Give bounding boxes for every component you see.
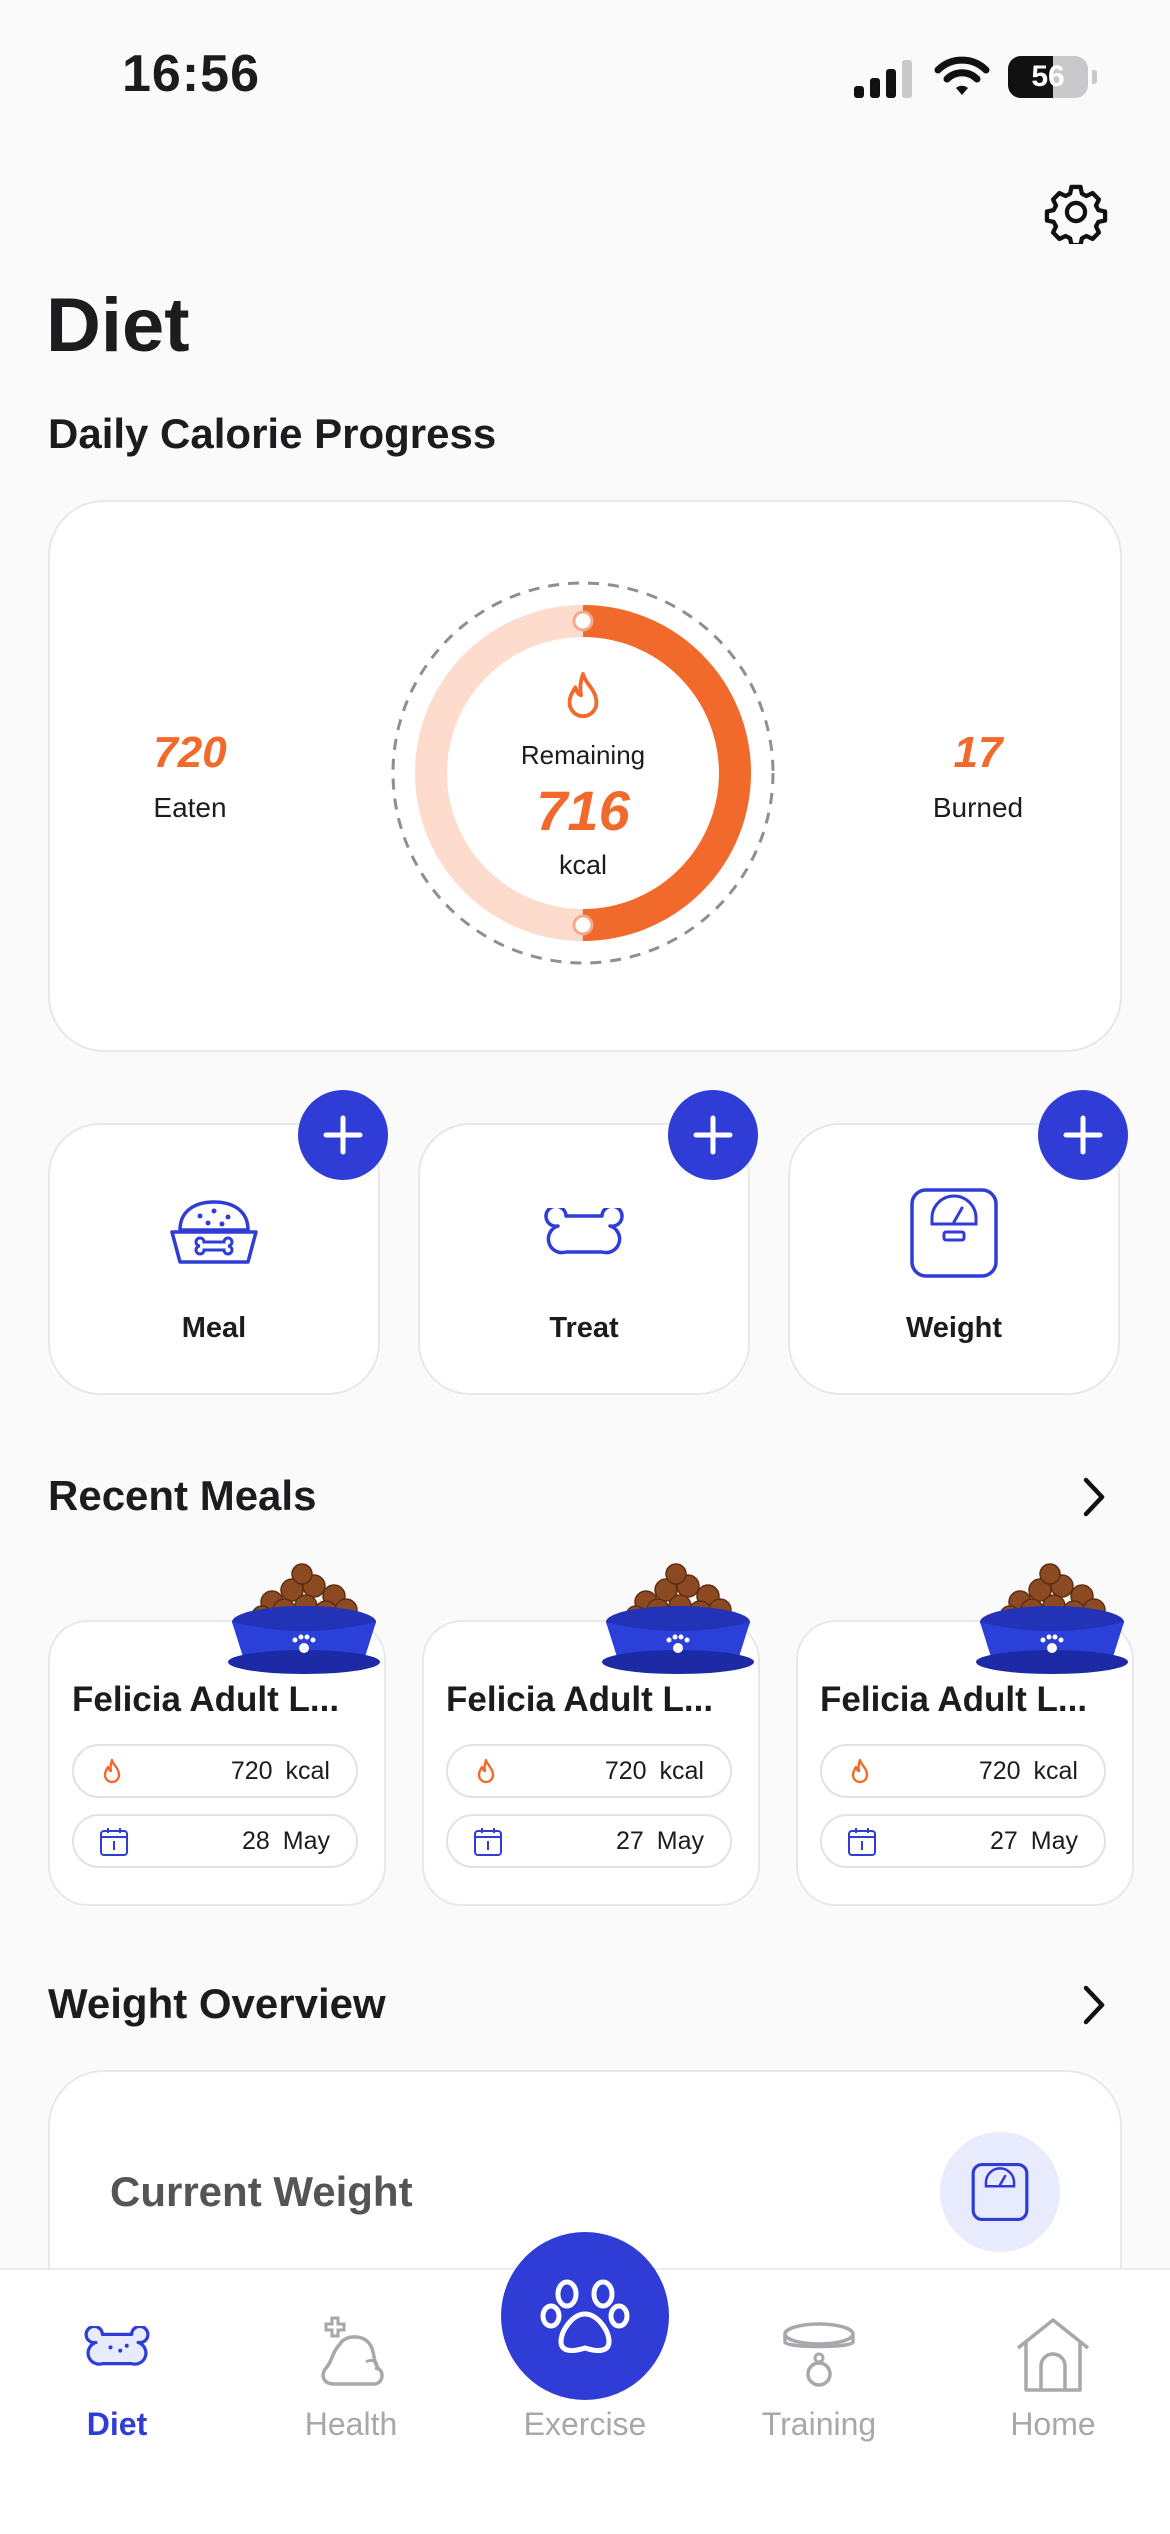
bone-icon (544, 1208, 624, 1255)
status-time: 16:56 (122, 45, 260, 103)
plus-icon (1063, 1115, 1103, 1155)
meal-date-pill: 27 May (820, 1814, 1106, 1868)
calorie-ring (391, 581, 775, 965)
ring-start-dot (572, 610, 594, 632)
meal-calories-pill: 720 kcal (446, 1744, 732, 1798)
meal-calories-pill: 720 kcal (72, 1744, 358, 1798)
remaining-label: Remaining (520, 740, 646, 770)
nav-label-exercise[interactable]: Exercise (468, 2406, 702, 2443)
dog-health-icon (321, 2316, 384, 2386)
section-title-weight-overview: Weight Overview (48, 1980, 386, 2027)
battery-indicator: 56 (1008, 56, 1088, 98)
nav-label-diet: Diet (86, 2406, 148, 2442)
plus-icon (693, 1115, 733, 1155)
meal-calories: 720 kcal (230, 1757, 330, 1785)
current-weight-label: Current Weight (110, 2168, 413, 2215)
weight-scale-icon (971, 2162, 1029, 2222)
meal-date: 27 May (616, 1827, 704, 1855)
paw-icon (540, 2279, 630, 2353)
settings-gear-icon[interactable] (1044, 180, 1108, 244)
kibble-bowl-image (976, 1563, 1128, 1674)
weight-label: Weight (905, 1312, 1003, 1344)
wifi-icon (934, 56, 990, 95)
battery-tip (1092, 70, 1097, 84)
weight-overview-chevron-right-icon[interactable] (1076, 1982, 1112, 2028)
meal-name: Felicia Adult L... (820, 1680, 1088, 1719)
meal-name: Felicia Adult L... (446, 1680, 714, 1719)
meal-date-pill: 27 May (446, 1814, 732, 1868)
doghouse-icon (1016, 2318, 1090, 2392)
nav-label-health: Health (304, 2406, 398, 2442)
meal-date: 28 May (242, 1827, 330, 1855)
meal-date-pill: 28 May (72, 1814, 358, 1868)
battery-percentage: 56 (1031, 60, 1065, 93)
burned-label: Burned (932, 792, 1024, 823)
weight-scale-icon (910, 1188, 998, 1278)
plus-icon (323, 1115, 363, 1155)
nav-label-training: Training (761, 2406, 877, 2442)
ring-end-dot (572, 914, 594, 936)
kibble-bowl-image (602, 1563, 754, 1674)
nav-item-training[interactable]: Training (702, 2290, 936, 2490)
nav-item-health[interactable]: Health (234, 2290, 468, 2490)
nav-label-home: Home (1010, 2406, 1096, 2442)
food-bowl-icon (170, 1200, 258, 1264)
cellular-signal-icon (854, 60, 912, 98)
meal-calories-pill: 720 kcal (820, 1744, 1106, 1798)
calendar-icon (848, 1828, 876, 1856)
burned-value: 17 (953, 728, 1003, 777)
bone-icon (84, 2326, 150, 2366)
meal-calories: 720 kcal (604, 1757, 704, 1785)
page-title: Diet (46, 283, 190, 368)
flame-icon (851, 1758, 869, 1784)
section-title-recent-meals: Recent Meals (48, 1472, 317, 1519)
add-treat-button[interactable] (668, 1090, 758, 1180)
nav-item-home[interactable]: Home (936, 2290, 1170, 2490)
meal-calories: 720 kcal (978, 1757, 1078, 1785)
calendar-icon (474, 1828, 502, 1856)
add-meal-button[interactable] (298, 1090, 388, 1180)
meal-name: Felicia Adult L... (72, 1680, 340, 1719)
treat-label: Treat (549, 1312, 619, 1344)
meal-label: Meal (181, 1312, 247, 1344)
exercise-fab-button[interactable] (501, 2232, 669, 2400)
kibble-bowl-image (228, 1563, 380, 1674)
add-weight-button[interactable] (1038, 1090, 1128, 1180)
section-title-calorie: Daily Calorie Progress (48, 410, 497, 457)
flame-icon (103, 1758, 121, 1784)
remaining-value: 716 (536, 779, 630, 842)
weight-scale-badge (940, 2132, 1060, 2252)
flame-icon (567, 672, 599, 719)
eaten-value: 720 (153, 728, 227, 777)
flame-icon (477, 1758, 495, 1784)
remaining-unit: kcal (558, 850, 607, 880)
meal-date: 27 May (990, 1827, 1078, 1855)
nav-item-diet[interactable]: Diet (0, 2290, 234, 2490)
collar-icon (783, 2322, 855, 2387)
recent-meals-chevron-right-icon[interactable] (1076, 1474, 1112, 1520)
calendar-icon (100, 1828, 128, 1856)
eaten-label: Eaten (153, 792, 227, 823)
